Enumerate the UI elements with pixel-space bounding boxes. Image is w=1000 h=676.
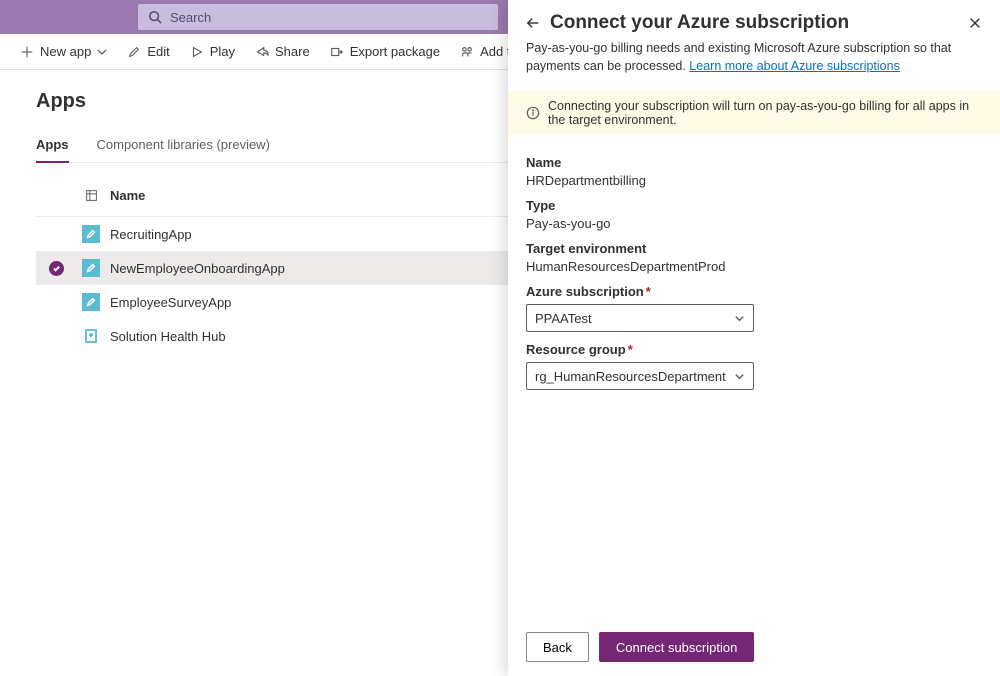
azure-subscription-dropdown[interactable]: PPAATest	[526, 304, 754, 332]
search-icon	[148, 10, 162, 24]
panel-title: Connect your Azure subscription	[550, 12, 958, 34]
app-icon	[82, 293, 100, 311]
play-button[interactable]: Play	[182, 40, 243, 63]
teams-icon	[460, 45, 474, 59]
chevron-down-icon	[734, 313, 745, 324]
type-label: Type	[526, 198, 982, 213]
search-input[interactable]	[170, 10, 488, 25]
new-app-button[interactable]: New app	[12, 40, 115, 63]
back-button[interactable]: Back	[526, 632, 589, 662]
panel-back-button[interactable]	[526, 16, 540, 30]
tab-component-libraries[interactable]: Component libraries (preview)	[97, 131, 270, 162]
export-package-button[interactable]: Export package	[322, 40, 448, 63]
azure-subscription-label: Azure subscription*	[526, 284, 982, 299]
selected-check-icon	[49, 261, 64, 276]
resource-group-dropdown[interactable]: rg_HumanResourcesDepartment	[526, 362, 754, 390]
name-value: HRDepartmentbilling	[526, 173, 982, 188]
panel-description: Pay-as-you-go billing needs and existing…	[526, 40, 982, 75]
panel-close-button[interactable]	[968, 16, 982, 30]
target-env-value: HumanResourcesDepartmentProd	[526, 259, 982, 274]
column-type-icon[interactable]	[76, 189, 106, 202]
new-app-label: New app	[40, 44, 91, 59]
chevron-down-icon	[734, 371, 745, 382]
resource-group-label: Resource group*	[526, 342, 982, 357]
share-icon	[255, 45, 269, 59]
tab-apps[interactable]: Apps	[36, 131, 69, 162]
app-icon	[82, 259, 100, 277]
edit-button[interactable]: Edit	[119, 40, 177, 63]
export-icon	[330, 45, 344, 59]
type-value: Pay-as-you-go	[526, 216, 982, 231]
learn-more-link[interactable]: Learn more about Azure subscriptions	[689, 59, 900, 73]
plus-icon	[20, 45, 34, 59]
global-search[interactable]	[138, 4, 498, 30]
pencil-icon	[127, 45, 141, 59]
chevron-down-icon	[97, 47, 107, 57]
arrow-left-icon	[526, 16, 540, 30]
close-icon	[968, 16, 982, 30]
connect-subscription-button[interactable]: Connect subscription	[599, 632, 754, 662]
name-label: Name	[526, 155, 982, 170]
play-icon	[190, 45, 204, 59]
health-icon	[82, 327, 100, 345]
connect-subscription-panel: Connect your Azure subscription Pay-as-y…	[508, 0, 1000, 676]
share-button[interactable]: Share	[247, 40, 318, 63]
info-banner: Connecting your subscription will turn o…	[508, 91, 1000, 135]
info-icon	[526, 106, 540, 120]
app-icon	[82, 225, 100, 243]
target-env-label: Target environment	[526, 241, 982, 256]
